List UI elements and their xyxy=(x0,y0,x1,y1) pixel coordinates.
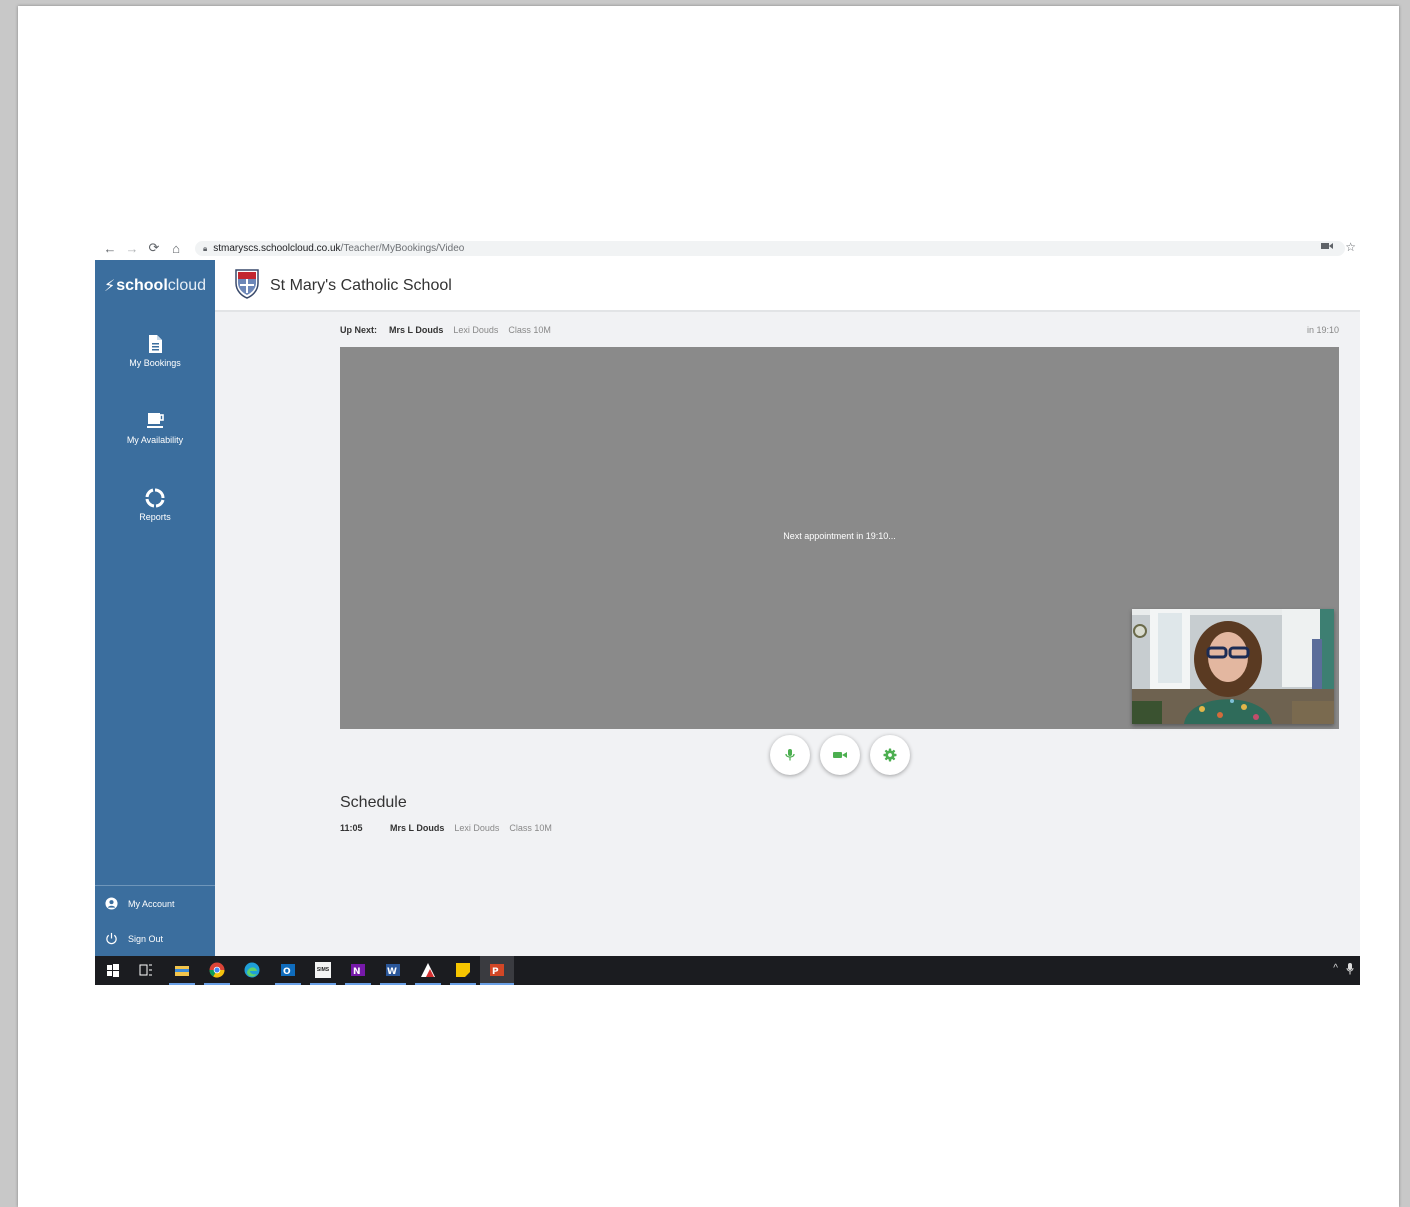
windows-taskbar: O SIMS N W P ^ xyxy=(95,956,1360,985)
up-next-class: Class 10M xyxy=(508,325,551,335)
home-icon[interactable]: ⌂ xyxy=(165,237,187,259)
up-next-teacher: Mrs L Douds xyxy=(389,325,444,335)
running-indicator xyxy=(169,983,195,985)
running-indicator xyxy=(204,983,230,985)
sidebar-item-my-account[interactable]: My Account xyxy=(105,897,175,910)
sidebar-item-label: Reports xyxy=(139,512,171,522)
sidebar-divider xyxy=(95,885,215,886)
schedule-student: Lexi Douds xyxy=(454,823,500,833)
autodesk-icon[interactable] xyxy=(420,962,436,978)
microphone-icon xyxy=(785,749,795,761)
word-icon[interactable]: W xyxy=(385,962,401,978)
self-view-video xyxy=(1132,609,1334,724)
sticky-notes-icon[interactable] xyxy=(455,962,471,978)
chevron-up-icon[interactable]: ^ xyxy=(1333,963,1338,975)
svg-text:O: O xyxy=(283,967,291,977)
browser-toolbar: ← → ⟳ ⌂ 🔒︎ stmaryscs.schoolcloud.co.uk/T… xyxy=(95,236,1360,260)
up-next-eta: in 19:10 xyxy=(1306,325,1339,335)
running-indicator xyxy=(380,983,406,985)
schedule-teacher: Mrs L Douds xyxy=(390,823,445,833)
video-camera-icon xyxy=(833,752,847,758)
running-indicator xyxy=(275,983,301,985)
up-next-bar: Up Next: Mrs L Douds Lexi Douds Class 10… xyxy=(340,323,1339,337)
bolt-icon: ⚡︎ xyxy=(103,278,116,295)
running-indicator xyxy=(450,983,476,985)
user-circle-icon xyxy=(105,897,118,910)
self-view-image xyxy=(1132,609,1334,724)
microphone-tray-icon[interactable] xyxy=(1346,963,1354,975)
url-path: /Teacher/MyBookings/Video xyxy=(340,243,465,254)
camera-indicator-icon[interactable] xyxy=(1321,240,1334,254)
sidebar-item-my-availability[interactable]: My Availability xyxy=(95,411,215,445)
up-next-label: Up Next: xyxy=(340,325,378,335)
settings-button[interactable] xyxy=(870,735,910,775)
gear-icon xyxy=(883,748,897,762)
onenote-icon[interactable]: N xyxy=(350,962,366,978)
forward-arrow-icon[interactable]: → xyxy=(121,237,143,259)
sidebar-item-label: My Account xyxy=(128,898,175,909)
system-tray: ^ xyxy=(1333,963,1354,975)
sims-icon[interactable]: SIMS xyxy=(315,962,331,978)
schoolcloud-logo[interactable]: ⚡︎ school cloud xyxy=(95,260,215,312)
video-status-message: Next appointment in 19:10... xyxy=(783,531,896,541)
microphone-button[interactable] xyxy=(770,735,810,775)
sidebar-item-reports[interactable]: Reports xyxy=(95,488,215,522)
bookmark-star-icon[interactable]: ☆ xyxy=(1345,240,1356,254)
power-icon xyxy=(106,932,117,945)
url-host: stmaryscs.schoolcloud.co.uk xyxy=(213,243,341,254)
sidebar-item-label: My Availability xyxy=(126,435,184,445)
camera-button[interactable] xyxy=(820,735,860,775)
chrome-icon[interactable] xyxy=(209,962,225,978)
schedule-title: Schedule xyxy=(340,794,407,811)
windows-start-icon[interactable] xyxy=(105,962,121,978)
sidebar-item-sign-out[interactable]: Sign Out xyxy=(105,932,163,945)
brand-prefix: school xyxy=(116,277,168,294)
schedule-row: 11:05 Mrs L Douds Lexi Douds Class 10M xyxy=(340,823,562,833)
svg-text:N: N xyxy=(353,967,361,977)
reload-icon[interactable]: ⟳ xyxy=(143,237,165,259)
task-view-icon[interactable] xyxy=(138,962,154,978)
document-icon xyxy=(149,335,162,353)
coffee-cup-icon xyxy=(147,413,164,428)
sidebar-item-label: My Bookings xyxy=(129,358,181,368)
lock-icon: 🔒︎ xyxy=(203,243,208,253)
running-indicator xyxy=(480,983,514,985)
svg-text:W: W xyxy=(387,967,397,977)
school-crest-icon xyxy=(235,269,259,299)
up-next-student: Lexi Douds xyxy=(453,325,499,335)
circle-arrows-icon xyxy=(145,488,165,508)
back-arrow-icon[interactable]: ← xyxy=(99,237,121,259)
schedule-class: Class 10M xyxy=(509,823,552,833)
sidebar: My Bookings My Availability Reports My A… xyxy=(95,312,215,957)
edge-icon[interactable] xyxy=(244,962,260,978)
school-name: St Mary's Catholic School xyxy=(270,277,452,294)
svg-text:P: P xyxy=(492,967,499,977)
document-page: ← → ⟳ ⌂ 🔒︎ stmaryscs.schoolcloud.co.uk/T… xyxy=(18,6,1399,1207)
brand-suffix: cloud xyxy=(167,277,207,294)
file-explorer-icon[interactable] xyxy=(174,962,190,978)
video-area: Next appointment in 19:10... xyxy=(340,347,1339,729)
powerpoint-icon[interactable]: P xyxy=(489,962,505,978)
schedule-time: 11:05 xyxy=(340,823,363,833)
running-indicator xyxy=(310,983,336,985)
address-bar[interactable]: 🔒︎ stmaryscs.schoolcloud.co.uk/Teacher/M… xyxy=(195,241,1345,256)
running-indicator xyxy=(345,983,371,985)
outlook-icon[interactable]: O xyxy=(280,962,296,978)
sidebar-item-my-bookings[interactable]: My Bookings xyxy=(95,334,215,368)
running-indicator xyxy=(415,983,441,985)
screenshot: ← → ⟳ ⌂ 🔒︎ stmaryscs.schoolcloud.co.uk/T… xyxy=(95,236,1360,985)
app-header: ⚡︎ school cloud St Mary's Catholic School xyxy=(95,260,1360,312)
sidebar-item-label: Sign Out xyxy=(128,933,164,944)
